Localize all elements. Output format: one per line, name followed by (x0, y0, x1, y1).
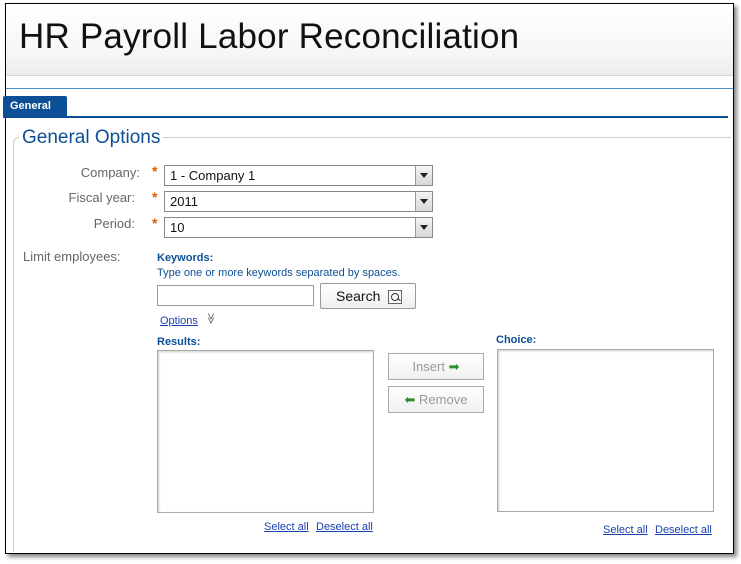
choice-listbox[interactable] (497, 349, 714, 512)
period-select-value: 10 (170, 220, 185, 235)
tab-underline (3, 116, 728, 118)
search-icon (388, 290, 402, 304)
results-select-all-link[interactable]: Select all (264, 521, 309, 533)
chevron-down-icon[interactable] (415, 218, 432, 237)
fiscal-year-required-marker: * (152, 189, 158, 205)
arrow-right-icon: ➡ (448, 359, 460, 374)
company-label: Company: (80, 165, 140, 180)
choice-label: Choice: (496, 334, 537, 346)
keywords-label: Keywords: (157, 252, 214, 264)
header-divider (6, 88, 733, 89)
chevron-down-icon[interactable] (415, 192, 432, 211)
keywords-hint: Type one or more keywords separated by s… (157, 267, 401, 279)
keywords-input[interactable] (157, 285, 314, 306)
period-required-marker: * (152, 215, 158, 231)
chevron-down-icon[interactable] (415, 166, 432, 185)
remove-button[interactable]: ⬅ Remove (388, 386, 484, 413)
choice-deselect-all-link[interactable]: Deselect all (655, 524, 712, 536)
results-deselect-all-link[interactable]: Deselect all (316, 521, 373, 533)
company-required-marker: * (152, 163, 158, 179)
search-button-label: Search (336, 288, 381, 304)
double-chevron-down-icon[interactable]: ≫ (204, 313, 217, 325)
period-label: Period: (93, 216, 135, 231)
company-select[interactable]: 1 - Company 1 (164, 165, 433, 186)
results-label: Results: (157, 336, 201, 348)
fiscal-year-select[interactable]: 2011 (164, 191, 433, 212)
results-listbox[interactable] (157, 350, 374, 513)
insert-button-label: Insert (412, 359, 445, 374)
remove-button-label: Remove (419, 392, 468, 407)
title-bar: HR Payroll Labor Reconciliation (6, 4, 733, 76)
options-link[interactable]: Options (160, 315, 198, 327)
limit-employees-label: Limit employees: (23, 249, 121, 264)
fiscal-year-label: Fiscal year: (68, 190, 135, 205)
fiscal-year-select-value: 2011 (170, 194, 198, 209)
arrow-left-icon: ⬅ (404, 392, 416, 407)
page-title: HR Payroll Labor Reconciliation (19, 17, 520, 56)
insert-button[interactable]: Insert ➡ (388, 353, 484, 380)
tab-general[interactable]: General (3, 96, 67, 117)
company-select-value: 1 - Company 1 (170, 168, 256, 183)
section-legend: General Options (19, 127, 164, 149)
search-button[interactable]: Search (320, 283, 416, 309)
choice-select-all-link[interactable]: Select all (603, 524, 648, 536)
period-select[interactable]: 10 (164, 217, 433, 238)
